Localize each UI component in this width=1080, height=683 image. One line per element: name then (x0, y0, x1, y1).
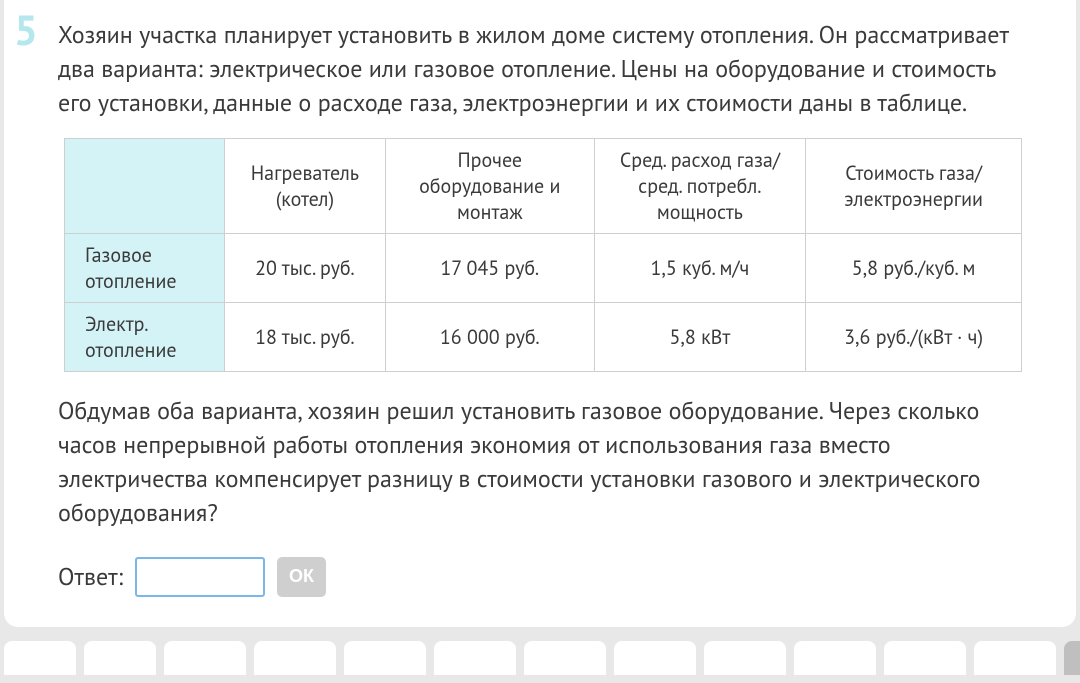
prompt-text: Хозяин участка планирует установить в жи… (58, 18, 1022, 120)
cell: 17 045 руб. (385, 234, 594, 303)
cell: 5,8 кВт (594, 303, 806, 372)
cell: 16 000 руб. (385, 303, 594, 372)
table-corner (65, 139, 225, 234)
answer-row: Ответ: ОК (58, 557, 1022, 597)
key[interactable] (704, 641, 786, 675)
answer-input[interactable] (135, 557, 265, 597)
cell: 18 тыс. руб. (224, 303, 385, 372)
key[interactable] (614, 641, 696, 675)
key[interactable] (84, 641, 156, 675)
key[interactable] (524, 641, 606, 675)
col-header-heater: Нагреватель (котел) (224, 139, 385, 234)
key[interactable] (974, 641, 1056, 675)
table-row: Газовое отопление 20 тыс. руб. 17 045 ру… (65, 234, 1022, 303)
question-card: 5 Хозяин участка планирует установить в … (4, 0, 1076, 627)
col-header-consumption: Сред. расход газа/сред. потребл. мощност… (594, 139, 806, 234)
answer-label: Ответ: (58, 561, 123, 592)
virtual-keyboard (0, 641, 1080, 675)
table-row: Электр. отопление 18 тыс. руб. 16 000 ру… (65, 303, 1022, 372)
row-label-gas: Газовое отопление (65, 234, 225, 303)
row-label-electric: Электр. отопление (65, 303, 225, 372)
key[interactable] (164, 641, 246, 675)
key[interactable] (794, 641, 876, 675)
col-header-cost: Стоимость газа/электроэнергии (806, 139, 1022, 234)
key-backspace[interactable] (1064, 641, 1080, 675)
question-number: 5 (14, 2, 38, 57)
cell: 3,6 руб./(кВт · ч) (806, 303, 1022, 372)
cell: 1,5 куб. м/ч (594, 234, 806, 303)
cell: 5,8 руб./куб. м (806, 234, 1022, 303)
key[interactable] (344, 641, 426, 675)
cell: 20 тыс. руб. (224, 234, 385, 303)
col-header-other: Прочее оборудование и монтаж (385, 139, 594, 234)
key[interactable] (434, 641, 516, 675)
question-text: Обдумав оба варианта, хозяин решил устан… (58, 394, 1022, 530)
ok-button[interactable]: ОК (277, 557, 326, 597)
key[interactable] (4, 641, 76, 675)
key[interactable] (254, 641, 336, 675)
key[interactable] (884, 641, 966, 675)
data-table: Нагреватель (котел) Прочее оборудование … (64, 138, 1022, 372)
